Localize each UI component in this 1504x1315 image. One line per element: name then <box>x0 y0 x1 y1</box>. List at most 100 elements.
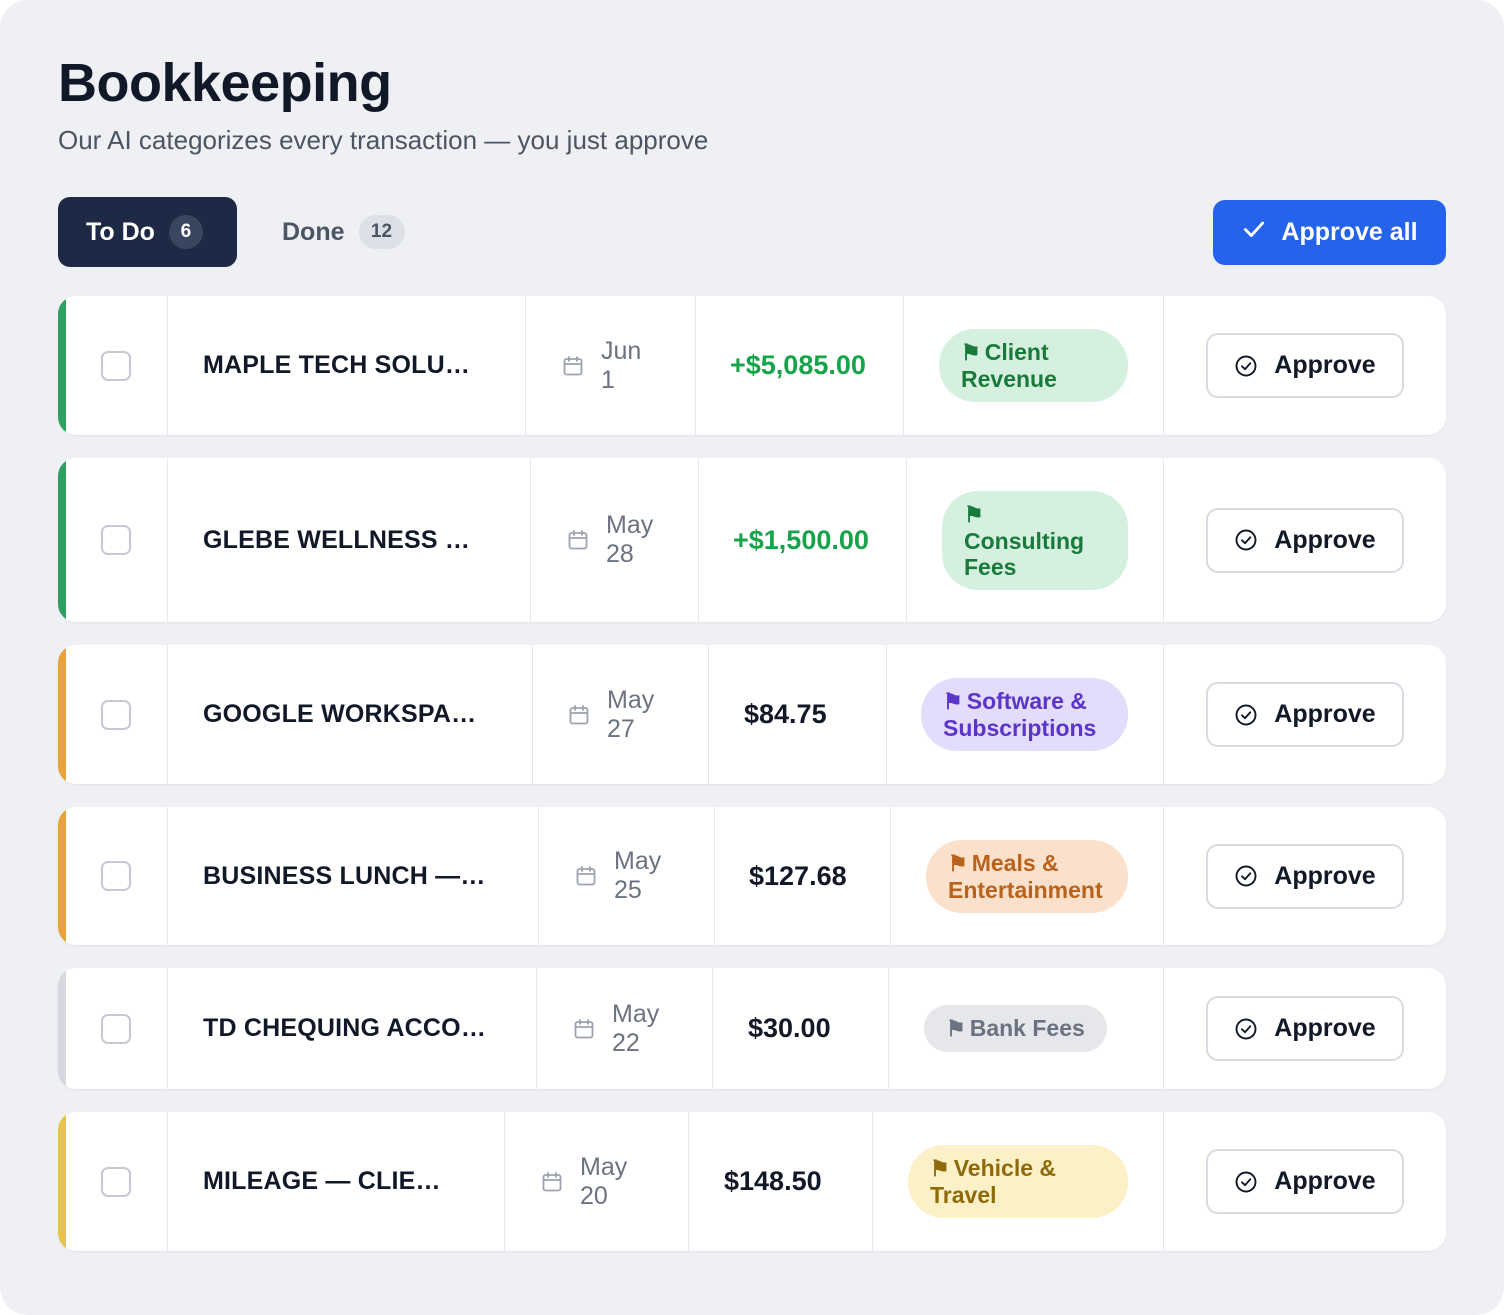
flag-icon: ⚑ <box>946 1016 966 1041</box>
transaction-row: TD CHEQUING ACCO… May 22 $30.00 ⚑ Bank Fe… <box>58 968 1446 1089</box>
column-divider <box>167 968 168 1089</box>
column-divider <box>532 645 533 784</box>
transaction-date: May 25 <box>614 847 661 905</box>
column-divider <box>708 645 709 784</box>
transaction-date: May 28 <box>606 511 653 569</box>
date-day: 25 <box>614 876 642 904</box>
category-pill[interactable]: ⚑ Client Revenue <box>939 329 1128 402</box>
column-divider <box>688 1112 689 1251</box>
approve-button[interactable]: Approve <box>1206 333 1404 398</box>
column-divider <box>712 968 713 1089</box>
column-divider <box>886 645 887 784</box>
date-month: May <box>580 1152 628 1181</box>
column-divider <box>903 296 904 435</box>
approve-button[interactable]: Approve <box>1206 843 1404 909</box>
transaction-date: May 20 <box>580 1153 627 1211</box>
approve-button[interactable]: Approve <box>1206 996 1404 1061</box>
page-title: Bookkeeping <box>58 53 392 113</box>
row-select-checkbox[interactable] <box>101 1166 131 1197</box>
date-month: May <box>612 999 660 1028</box>
approve-label: Approve <box>1274 700 1376 728</box>
transaction-row: BUSINESS LUNCH —… May 25 $127.68 ⚑ Meals … <box>58 807 1446 945</box>
category-label: Software & Subscriptions <box>943 688 1097 741</box>
calendar-icon <box>566 528 590 552</box>
category-pill[interactable]: ⚑ Meals & Entertainment <box>926 839 1128 913</box>
approve-button[interactable]: Approve <box>1206 1149 1404 1214</box>
column-divider <box>1163 296 1164 435</box>
category-pill[interactable]: ⚑Consulting Fees <box>942 490 1128 590</box>
transaction-amount: $30.00 <box>748 1013 831 1043</box>
row-select-checkbox[interactable] <box>101 350 131 381</box>
check-circle-icon <box>1234 864 1258 888</box>
date-month: Jun <box>601 336 642 365</box>
transaction-row: MILEAGE — CLIE… May 20 $148.50 ⚑ Vehicle … <box>58 1112 1446 1251</box>
approve-label: Approve <box>1274 351 1376 379</box>
column-divider <box>167 296 168 435</box>
transaction-amount: $127.68 <box>749 860 847 891</box>
flag-icon: ⚑ <box>943 689 963 714</box>
category-label: Meals & Entertainment <box>948 849 1103 903</box>
approve-button[interactable]: Approve <box>1206 507 1404 573</box>
calendar-icon <box>540 1170 564 1194</box>
column-divider <box>890 807 891 945</box>
column-divider <box>1163 458 1164 622</box>
flag-icon: ⚑ <box>961 340 981 365</box>
page-subtitle: Our AI categorizes every transaction — y… <box>58 125 709 155</box>
row-select-checkbox[interactable] <box>101 699 131 730</box>
vendor-name: MILEAGE — CLIE… <box>203 1167 441 1195</box>
column-divider <box>872 1112 873 1251</box>
category-pill[interactable]: ⚑ Bank Fees <box>924 1005 1107 1052</box>
tab-done[interactable]: Done 12 <box>282 197 432 267</box>
check-circle-icon <box>1234 354 1258 378</box>
vendor-name: MAPLE TECH SOLU… <box>203 351 471 379</box>
tab-todo-count-badge: 6 <box>168 215 203 249</box>
date-month: May <box>606 511 654 539</box>
calendar-icon <box>561 354 585 378</box>
row-select-checkbox[interactable] <box>101 525 131 555</box>
column-divider <box>167 645 168 784</box>
approve-label: Approve <box>1274 525 1376 554</box>
approve-all-button[interactable]: Approve all <box>1213 200 1446 265</box>
approve-label: Approve <box>1274 1167 1376 1195</box>
date-month: May <box>607 685 655 714</box>
transaction-row: MAPLE TECH SOLU… Jun 1 +$5,085.00 ⚑ Clien… <box>58 296 1446 435</box>
calendar-icon <box>574 864 598 888</box>
flag-icon: ⚑ <box>964 501 984 527</box>
column-divider <box>504 1112 505 1251</box>
tab-done-label: Done <box>282 217 345 246</box>
column-divider <box>695 296 696 435</box>
transaction-amount: $84.75 <box>744 699 827 729</box>
row-select-checkbox[interactable] <box>101 1013 131 1044</box>
category-pill[interactable]: ⚑ Software & Subscriptions <box>921 678 1128 751</box>
check-icon <box>1241 216 1267 249</box>
date-day: 28 <box>606 540 634 568</box>
flag-icon: ⚑ <box>930 1156 950 1181</box>
flag-icon: ⚑ <box>948 850 968 876</box>
column-divider <box>536 968 537 1089</box>
date-day: 1 <box>601 365 615 394</box>
transaction-amount: $148.50 <box>724 1166 822 1196</box>
column-divider <box>525 296 526 435</box>
tab-done-count-badge: 12 <box>358 215 405 249</box>
category-label: Consulting Fees <box>964 527 1085 580</box>
bookkeeping-panel: Bookkeeping Our AI categorizes every tra… <box>0 0 1504 1315</box>
date-day: 27 <box>607 714 635 743</box>
column-divider <box>1163 1112 1164 1251</box>
row-select-checkbox[interactable] <box>101 861 131 891</box>
vendor-name: GOOGLE WORKSPA… <box>203 700 477 728</box>
approve-all-label: Approve all <box>1281 218 1418 246</box>
transaction-date: Jun 1 <box>601 337 641 395</box>
transaction-date: May 27 <box>607 686 654 744</box>
column-divider <box>167 807 168 945</box>
check-circle-icon <box>1234 1170 1258 1194</box>
approve-button[interactable]: Approve <box>1206 682 1404 747</box>
check-circle-icon <box>1234 1017 1258 1041</box>
transaction-row: GLEBE WELLNESS … May 28 +$1,500.00 ⚑Cons… <box>58 458 1446 622</box>
column-divider <box>698 458 699 622</box>
transaction-row: GOOGLE WORKSPA… May 27 $84.75 ⚑ Software … <box>58 645 1446 784</box>
vendor-name: BUSINESS LUNCH —… <box>203 861 486 890</box>
column-divider <box>714 807 715 945</box>
category-pill[interactable]: ⚑ Vehicle & Travel <box>908 1145 1128 1218</box>
tab-todo[interactable]: To Do 6 <box>58 197 237 267</box>
transaction-amount: +$5,085.00 <box>730 350 866 380</box>
